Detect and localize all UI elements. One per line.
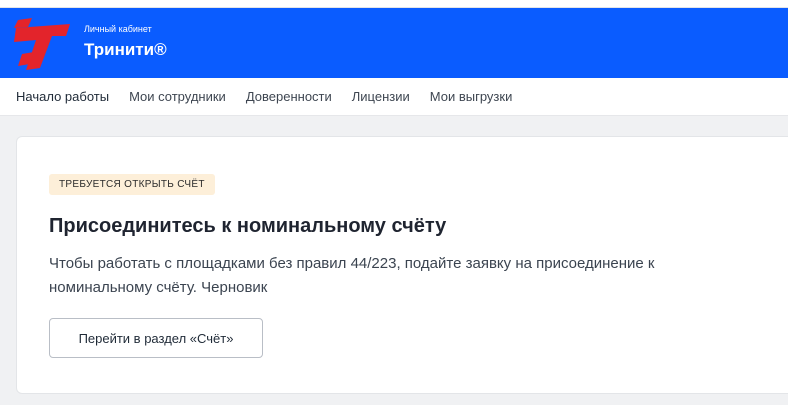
- nominal-account-card: Требуется открыть счёт Присоединитесь к …: [16, 136, 788, 394]
- nav-item-licenses[interactable]: Лицензии: [352, 89, 410, 104]
- trinity-logo-icon[interactable]: [12, 18, 72, 74]
- card-description: Чтобы работать с площадками без правил 4…: [49, 255, 655, 296]
- nav-item-exports[interactable]: Мои выгрузки: [430, 89, 513, 104]
- nav-item-employees[interactable]: Мои сотрудники: [129, 89, 226, 104]
- nav-item-powers-of-attorney[interactable]: Доверенности: [246, 89, 332, 104]
- card-title: Присоединитесь к номинальному счёту: [49, 215, 447, 237]
- main-content: Требуется открыть счёт Присоединитесь к …: [0, 116, 788, 404]
- app-title[interactable]: Тринити®: [84, 39, 167, 61]
- header-subtitle: Личный кабинет: [84, 24, 152, 34]
- nav-item-getting-started[interactable]: Начало работы: [16, 89, 109, 104]
- main-nav: Начало работы Мои сотрудники Доверенност…: [0, 78, 788, 116]
- browser-top-strip: [0, 0, 788, 8]
- go-to-account-button[interactable]: Перейти в раздел «Счёт»: [49, 318, 263, 358]
- header-text: Личный кабинет Тринити®: [84, 24, 167, 61]
- status-badge: Требуется открыть счёт: [49, 174, 215, 195]
- app-header: Личный кабинет Тринити®: [0, 8, 788, 78]
